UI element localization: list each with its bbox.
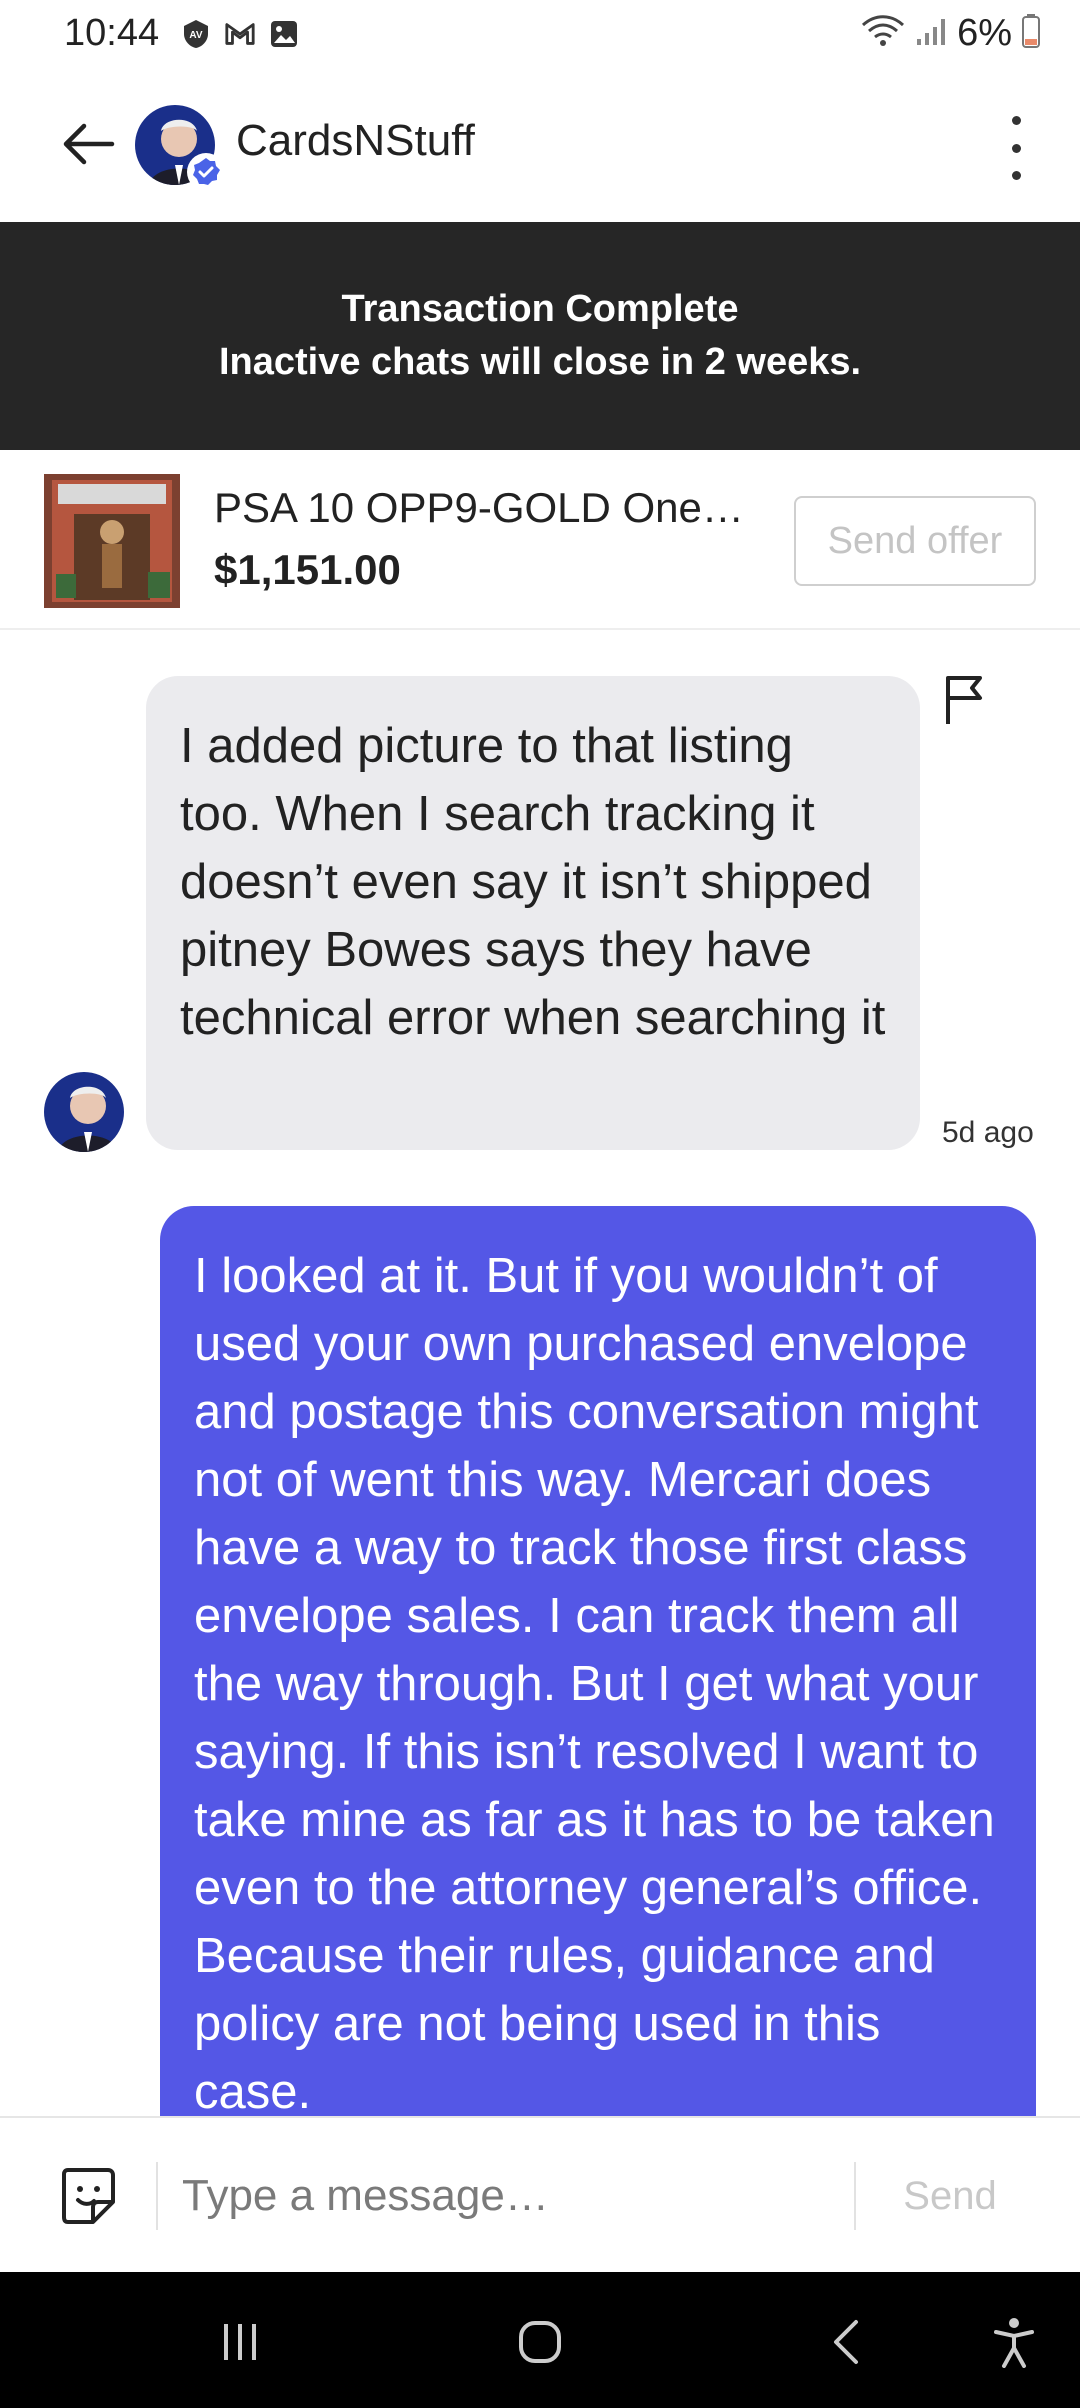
signal-icon	[915, 15, 947, 52]
verified-badge-icon	[187, 153, 225, 191]
divider	[156, 2162, 158, 2230]
sender-avatar[interactable]	[44, 1072, 124, 1152]
system-icons: 6%	[861, 12, 1040, 55]
svg-text:AV: AV	[189, 30, 202, 41]
system-navigation-bar	[0, 2272, 1080, 2408]
chat-header: CardsNStuff	[0, 72, 1080, 222]
back-nav-button[interactable]	[806, 2312, 886, 2372]
home-button[interactable]	[500, 2312, 580, 2372]
recent-apps-button[interactable]	[200, 2312, 280, 2372]
outgoing-message-bubble[interactable]: I looked at it. But if you wouldn’t of u…	[160, 1206, 1036, 2116]
arrow-left-icon	[63, 123, 115, 165]
status-time: 10:44	[64, 12, 160, 54]
chevron-left-icon	[834, 2320, 858, 2364]
message-list[interactable]: I added picture to that listing too. Whe…	[0, 632, 1080, 2116]
message-timestamp: 5d ago	[942, 1116, 1034, 1149]
transaction-banner: Transaction Complete Inactive chats will…	[0, 222, 1080, 450]
av-icon: AV	[180, 18, 212, 50]
chat-username[interactable]: CardsNStuff	[236, 116, 475, 166]
dot	[1011, 171, 1021, 180]
wifi-icon	[861, 14, 905, 53]
divider	[854, 2162, 856, 2230]
battery-low-icon	[1022, 14, 1040, 53]
notification-icons: AV	[180, 18, 300, 50]
product-title[interactable]: PSA 10 OPP9-GOLD One…	[214, 484, 774, 532]
accessibility-button[interactable]	[974, 2312, 1054, 2372]
seller-avatar[interactable]	[135, 105, 225, 191]
more-options-button[interactable]	[992, 110, 1040, 186]
status-bar: 10:44 AV 6%	[0, 0, 1080, 72]
message-composer: Send	[0, 2116, 1080, 2272]
gmail-icon	[224, 18, 256, 50]
sticker-icon[interactable]	[56, 2164, 120, 2228]
accessibility-icon	[994, 2318, 1034, 2368]
recents-icon	[224, 2324, 256, 2360]
battery-percent: 6%	[957, 12, 1012, 54]
incoming-message-bubble[interactable]: I added picture to that listing too. Whe…	[146, 676, 920, 1150]
home-icon	[519, 2321, 561, 2363]
dot	[1011, 143, 1021, 153]
product-summary[interactable]: PSA 10 OPP9-GOLD One… $1,151.00 Send off…	[0, 450, 1080, 630]
message-input[interactable]	[182, 2158, 842, 2234]
product-price: $1,151.00	[214, 546, 401, 593]
banner-subtitle: Inactive chats will close in 2 weeks.	[218, 341, 862, 383]
product-thumbnail[interactable]	[44, 474, 180, 608]
report-flag-icon[interactable]	[942, 672, 986, 728]
back-button[interactable]	[56, 112, 120, 176]
send-offer-button[interactable]: Send offer	[794, 496, 1036, 586]
banner-title: Transaction Complete	[341, 288, 739, 330]
gallery-icon	[268, 18, 300, 50]
dot	[1011, 116, 1021, 125]
send-button[interactable]: Send	[880, 2158, 1020, 2234]
